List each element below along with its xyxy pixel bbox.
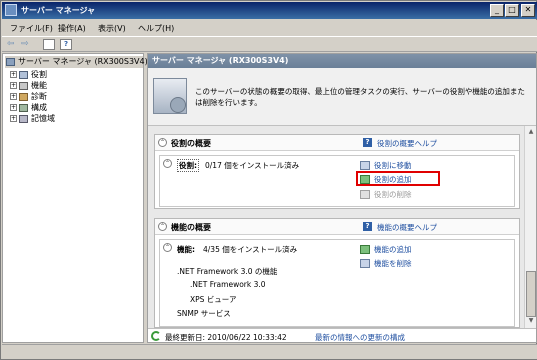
tree-item-label: 構成	[31, 103, 47, 112]
roles-help-link[interactable]: 役割の概要ヘルプ	[377, 138, 437, 149]
tree-item-label: 診断	[31, 92, 47, 101]
scroll-up-icon[interactable]: ▲	[526, 127, 536, 137]
expand-icon[interactable]: +	[10, 115, 17, 122]
collapse-icon[interactable]: ⌃	[158, 222, 167, 231]
roles-detail-box: ⌃ 役割: 0/17 個をインストール済み 役割に移動 役割の追加 役割の削除	[159, 155, 515, 207]
status-bar	[2, 344, 537, 359]
summary-area: ⌃ 役割の概要 ? 役割の概要ヘルプ ⌃ 役割: 0/17 個をインストール済み…	[148, 126, 524, 328]
features-icon	[19, 81, 28, 90]
highlight-box	[356, 171, 440, 186]
vertical-scrollbar[interactable]: ▲ ▼	[524, 126, 536, 328]
menu-bar: ファイル(F) 操作(A) 表示(V) ヘルプ(H)	[2, 20, 537, 36]
toolbar: ⇦ ⇨ ?	[2, 36, 537, 52]
configuration-icon	[19, 103, 28, 112]
installed-feature-item: SNMP サービス	[177, 309, 231, 318]
help-icon: ?	[363, 222, 372, 231]
minimize-button[interactable]: _	[490, 4, 504, 17]
features-section-title: 機能の概要	[171, 223, 211, 232]
refresh-status-bar: 最終更新日: 2010/06/22 10:33:42 最新の情報への更新の構成	[148, 328, 536, 342]
expand-icon[interactable]: +	[10, 104, 17, 111]
roles-summary-section: ⌃ 役割の概要 ? 役割の概要ヘルプ ⌃ 役割: 0/17 個をインストール済み…	[154, 134, 520, 209]
maximize-button[interactable]: □	[505, 4, 519, 17]
go-to-roles-icon	[360, 161, 370, 170]
navigation-tree: サーバー マネージャ (RX300S3V4) + 役割 + 機能 + 診断 + 構成 +…	[2, 53, 148, 343]
close-button[interactable]: ✕	[521, 4, 535, 17]
roles-section-header: ⌃ 役割の概要 ? 役割の概要ヘルプ	[155, 135, 519, 151]
features-section-header: ⌃ 機能の概要 ? 機能の概要ヘルプ	[155, 219, 519, 235]
details-pane: サーバー マネージャ (RX300S3V4) このサーバーの状態の概要の取得、最…	[147, 53, 537, 343]
tree-item-label: 役割	[31, 70, 47, 79]
forward-arrow-icon[interactable]: ⇨	[21, 39, 29, 50]
description-panel: このサーバーの状態の概要の取得、最上位の管理タスクの実行、サーバーの役割や機能の…	[148, 68, 536, 126]
description-text: このサーバーの状態の概要の取得、最上位の管理タスクの実行、サーバーの役割や機能の…	[195, 87, 525, 107]
remove-features-link[interactable]: 機能を削除	[374, 258, 412, 269]
menu-file[interactable]: ファイル(F)	[10, 23, 53, 34]
features-summary-section: ⌃ 機能の概要 ? 機能の概要ヘルプ ⌃ 機能: 4/35 個をインストール済み…	[154, 218, 520, 328]
tree-root-node[interactable]: サーバー マネージャ (RX300S3V4)	[5, 56, 148, 68]
server-icon	[6, 57, 15, 66]
help-icon[interactable]: ?	[60, 39, 72, 50]
tree-item-label: 機能	[31, 81, 47, 90]
scroll-thumb[interactable]	[526, 271, 536, 317]
features-help-link[interactable]: 機能の概要ヘルプ	[377, 222, 437, 233]
diagnostics-icon	[19, 92, 28, 101]
tree-item-features[interactable]: + 機能	[10, 80, 47, 91]
installed-feature-item: XPS ビューア	[190, 295, 237, 304]
scroll-down-icon[interactable]: ▼	[526, 316, 536, 326]
pane-header: サーバー マネージャ (RX300S3V4)	[148, 54, 536, 68]
features-status: 4/35 個をインストール済み	[203, 245, 298, 254]
tree-item-storage[interactable]: + 記憶域	[10, 113, 55, 124]
tree-item-roles[interactable]: + 役割	[10, 69, 47, 80]
add-features-icon	[360, 245, 370, 254]
menu-view[interactable]: 表示(V)	[98, 23, 126, 34]
remove-features-icon	[360, 259, 370, 268]
collapse-icon[interactable]: ⌃	[163, 159, 172, 168]
menu-help[interactable]: ヘルプ(H)	[138, 23, 174, 34]
menu-action[interactable]: 操作(A)	[58, 23, 86, 34]
storage-icon	[19, 114, 28, 123]
server-manager-window: サーバー マネージャ _ □ ✕ ファイル(F) 操作(A) 表示(V) ヘルプ…	[0, 0, 537, 360]
installed-feature-item: .NET Framework 3.0	[190, 280, 266, 289]
back-arrow-icon[interactable]: ⇦	[7, 39, 15, 50]
tree-item-diagnostics[interactable]: + 診断	[10, 91, 47, 102]
features-detail-box: ⌃ 機能: 4/35 個をインストール済み 機能の追加 機能を削除 .NET F…	[159, 239, 515, 327]
expand-icon[interactable]: +	[10, 93, 17, 100]
server-manager-app-icon	[5, 4, 17, 16]
features-label: 機能:	[177, 245, 195, 254]
roles-status: 0/17 個をインストール済み	[205, 161, 300, 170]
refresh-icon[interactable]	[151, 331, 161, 341]
tree-item-configuration[interactable]: + 構成	[10, 102, 47, 113]
last-update-text: 最終更新日: 2010/06/22 10:33:42	[165, 333, 287, 342]
show-hide-tree-icon[interactable]	[43, 39, 55, 50]
collapse-icon[interactable]: ⌃	[163, 243, 172, 252]
tree-root-label: サーバー マネージャ (RX300S3V4)	[18, 57, 148, 66]
installed-feature-item: .NET Framework 3.0 の機能	[177, 267, 278, 276]
collapse-icon[interactable]: ⌃	[158, 138, 167, 147]
go-to-roles-link[interactable]: 役割に移動	[374, 160, 412, 171]
add-features-link[interactable]: 機能の追加	[374, 244, 412, 255]
tree-item-label: 記憶域	[31, 114, 55, 123]
expand-icon[interactable]: +	[10, 71, 17, 78]
remove-roles-link: 役割の削除	[374, 190, 412, 199]
roles-label: 役割:	[177, 159, 199, 172]
window-title: サーバー マネージャ	[21, 6, 96, 15]
roles-icon	[19, 70, 28, 79]
help-icon: ?	[363, 138, 372, 147]
remove-roles-icon	[360, 190, 370, 199]
server-manager-icon	[153, 78, 187, 114]
expand-icon[interactable]: +	[10, 82, 17, 89]
title-bar[interactable]: サーバー マネージャ _ □ ✕	[2, 2, 537, 19]
configure-refresh-link[interactable]: 最新の情報への更新の構成	[315, 332, 405, 342]
roles-section-title: 役割の概要	[171, 139, 211, 148]
